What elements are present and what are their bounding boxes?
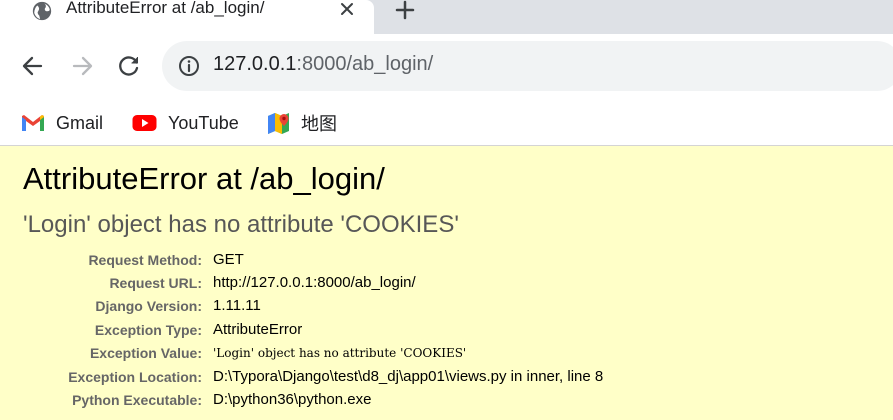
- meta-row-django-version: Django Version: 1.11.11: [0, 296, 893, 319]
- globe-icon: [32, 1, 52, 21]
- meta-row-exception-type: Exception Type: AttributeError: [0, 320, 893, 343]
- forward-arrow-icon[interactable]: [68, 52, 96, 80]
- bookmark-label: Gmail: [56, 112, 104, 133]
- info-icon[interactable]: [178, 55, 200, 77]
- meta-row-request-method: Request Method: GET: [0, 250, 893, 273]
- address-bar[interactable]: 127.0.0.1:8000/ab_login/: [162, 41, 893, 91]
- meta-value: D:\Typora\Django\test\d8_dj\app01\views.…: [213, 368, 604, 385]
- meta-value: http://127.0.0.1:8000/ab_login/: [213, 274, 416, 291]
- bookmark-gmail[interactable]: Gmail: [21, 100, 103, 146]
- meta-key: Exception Value:: [89, 345, 202, 361]
- bookmark-label: 地图: [301, 114, 337, 134]
- meta-key: Django Version:: [95, 298, 202, 314]
- meta-value: AttributeError: [213, 321, 303, 338]
- meta-value: 'Login' object has no attribute 'COOKIES…: [213, 346, 467, 360]
- meta-row-request-url: Request URL: http://127.0.0.1:8000/ab_lo…: [0, 273, 893, 296]
- meta-key: Exception Type:: [94, 322, 202, 338]
- bookmark-youtube[interactable]: YouTube: [132, 100, 239, 146]
- url-host: 127.0.0.1: [213, 53, 297, 75]
- tab-strip: AttributeError at /ab_login/: [0, 0, 893, 34]
- url-path: :8000/ab_login/: [296, 53, 434, 75]
- maps-icon: [268, 112, 289, 134]
- url-text: 127.0.0.1:8000/ab_login/: [213, 53, 433, 76]
- meta-value: 1.11.11: [213, 297, 261, 314]
- meta-key: Request Method:: [88, 252, 202, 268]
- new-tab-icon[interactable]: [393, 0, 417, 22]
- tab-title: AttributeError at /ab_login/: [66, 0, 265, 17]
- error-message: 'Login' object has no attribute 'COOKIES…: [23, 211, 459, 238]
- bookmarks-bar: Gmail YouTube 地图: [0, 100, 893, 146]
- meta-row-python-executable: Python Executable: D:\python36\python.ex…: [0, 390, 893, 413]
- close-icon[interactable]: [338, 0, 356, 18]
- back-arrow-icon[interactable]: [19, 52, 47, 80]
- gmail-icon: [22, 115, 44, 131]
- bookmark-label: YouTube: [168, 112, 239, 133]
- error-page: AttributeError at /ab_login/ 'Login' obj…: [0, 147, 893, 420]
- youtube-icon: [132, 115, 157, 131]
- meta-key: Python Executable:: [72, 392, 202, 408]
- browser-tab[interactable]: AttributeError at /ab_login/: [0, 0, 374, 34]
- reload-icon[interactable]: [115, 52, 143, 80]
- meta-row-exception-value: Exception Value: 'Login' object has no a…: [0, 343, 893, 366]
- meta-key: Exception Location:: [68, 369, 202, 385]
- meta-value: D:\python36\python.exe: [213, 391, 372, 408]
- browser-toolbar: 127.0.0.1:8000/ab_login/: [0, 34, 893, 100]
- meta-row-exception-location: Exception Location: D:\Typora\Django\tes…: [0, 367, 893, 390]
- meta-key: Request URL:: [109, 275, 202, 291]
- error-title: AttributeError at /ab_login/: [23, 161, 385, 196]
- meta-value: GET: [213, 251, 244, 268]
- bookmark-maps[interactable]: 地图: [267, 100, 337, 146]
